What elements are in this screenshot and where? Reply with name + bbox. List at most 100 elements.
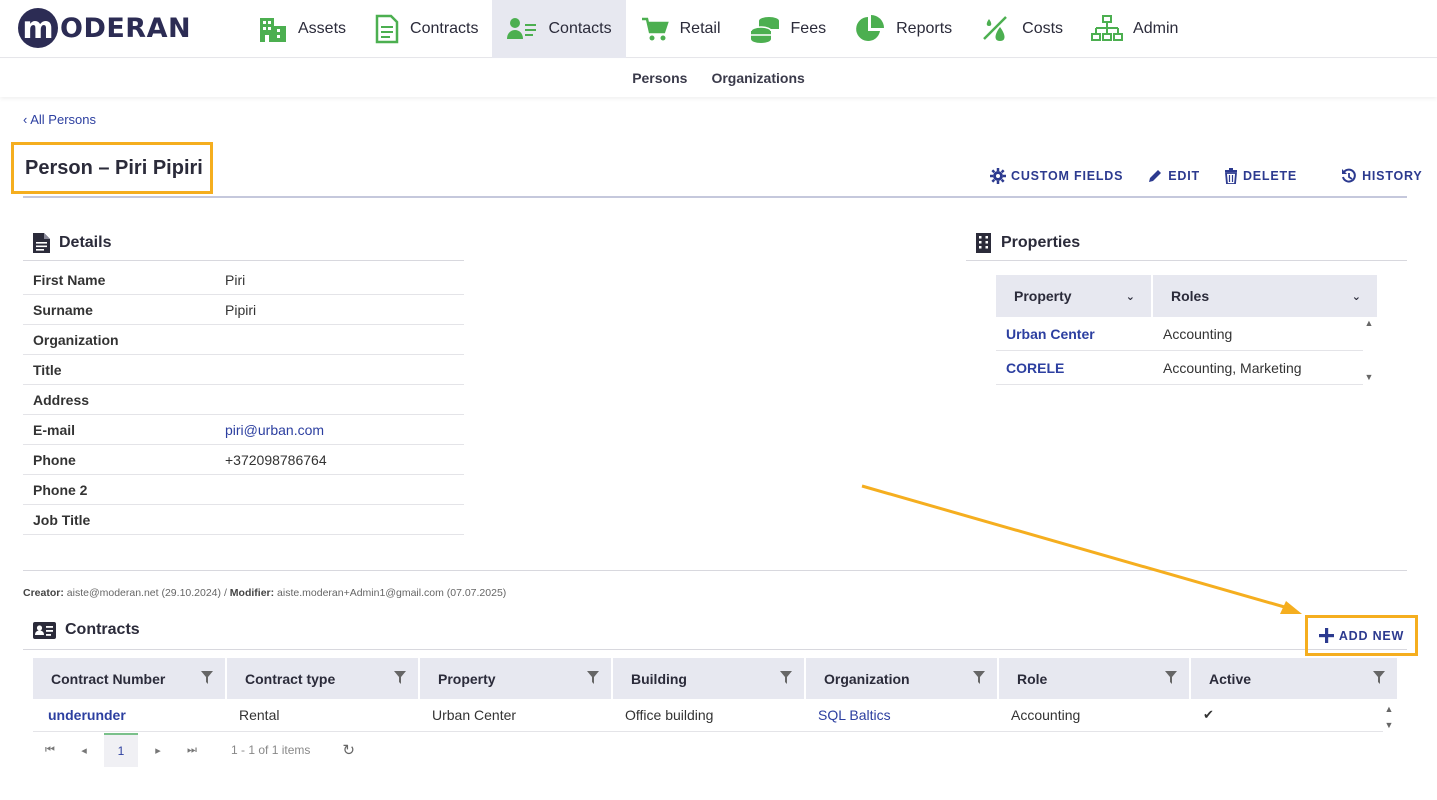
filter-icon[interactable] [1373, 670, 1385, 687]
nav-label: Contracts [410, 20, 479, 37]
back-link[interactable]: ‹ All Persons [23, 112, 96, 127]
title-divider [23, 196, 1407, 198]
contracts-scrollbar[interactable]: ▲ ▼ [1383, 704, 1395, 730]
contact-card-icon [507, 18, 537, 39]
page-number[interactable]: 1 [104, 733, 138, 767]
pie-chart-icon [856, 15, 885, 41]
edit-button[interactable]: EDIT [1147, 168, 1200, 184]
subnav-organizations[interactable]: Organizations [711, 70, 804, 86]
contracts-divider [23, 649, 1407, 650]
detail-value: +372098786764 [225, 451, 327, 468]
detail-label: Title [33, 361, 62, 378]
filter-icon[interactable] [201, 670, 213, 687]
nav-label: Fees [790, 20, 827, 37]
first-page-icon[interactable]: ⏮ [33, 744, 67, 757]
column-header-label: Contract Number [51, 670, 166, 687]
properties-scrollbar[interactable]: ▲ ▼ [1363, 318, 1375, 382]
contracts-heading-label: Contracts [65, 621, 140, 638]
nav-item-fees[interactable]: Fees [735, 0, 841, 58]
email-link[interactable]: piri@urban.com [225, 422, 324, 438]
nav-label: Reports [896, 20, 953, 37]
nav-item-contracts[interactable]: Contracts [360, 0, 492, 58]
detail-row-job-title: Job Title [23, 505, 464, 535]
column-header-contract-type[interactable]: Contract type [227, 658, 418, 699]
column-header-role[interactable]: Role [999, 658, 1189, 699]
nav-item-costs[interactable]: Costs [966, 0, 1077, 58]
nav-label: Costs [1022, 20, 1064, 37]
detail-row-organization: Organization [23, 325, 464, 355]
back-link-label: All Persons [30, 112, 96, 127]
scroll-up-icon: ▲ [1364, 318, 1374, 328]
detail-label: Phone 2 [33, 481, 88, 498]
roles-cell: Accounting, Marketing [1163, 359, 1302, 376]
nav-item-assets[interactable]: Assets [244, 0, 360, 58]
refresh-icon[interactable]: ↻ [342, 741, 355, 759]
roles-cell: Accounting [1163, 325, 1233, 342]
document-icon [33, 233, 50, 253]
edit-label: EDIT [1168, 169, 1200, 183]
details-divider [23, 260, 464, 261]
column-header-label: Property [438, 670, 496, 687]
column-header-label: Contract type [245, 670, 336, 687]
property-link[interactable]: Urban Center [996, 326, 1153, 342]
column-header-contract-number[interactable]: Contract Number [33, 658, 225, 699]
contracts-heading: Contracts [33, 621, 140, 639]
costs-icon [983, 16, 1008, 41]
detail-row-first-name: First Name Piri [23, 265, 464, 295]
properties-table: Property ⌄ Roles ⌄ Urban Center Accounting … [996, 275, 1377, 385]
filter-icon[interactable] [973, 670, 985, 687]
detail-label: Surname [33, 301, 93, 318]
filter-icon[interactable] [587, 670, 599, 687]
nav-item-reports[interactable]: Reports [840, 0, 966, 58]
nav-item-retail[interactable]: Retail [626, 0, 735, 58]
contracts-table-header: Contract Number Contract type Property B… [33, 658, 1397, 699]
column-header-label: Property [1014, 288, 1072, 304]
delete-button[interactable]: DELETE [1224, 168, 1297, 184]
action-toolbar: CUSTOM FIELDS EDIT DELETE HISTORY [990, 168, 1423, 184]
scroll-up-icon: ▲ [1384, 704, 1394, 714]
column-header-label: Roles [1171, 288, 1210, 304]
details-heading-label: Details [59, 234, 112, 251]
properties-divider [966, 260, 1407, 261]
history-label: HISTORY [1362, 169, 1423, 183]
subnav-persons[interactable]: Persons [632, 70, 687, 86]
cart-icon [641, 17, 669, 41]
column-header-property[interactable]: Property [420, 658, 611, 699]
building-cell: Office building [625, 707, 714, 723]
filter-icon[interactable] [394, 670, 406, 687]
add-new-button[interactable]: ADD NEW [1305, 615, 1418, 656]
moderan-logo[interactable]: m ODERAN [18, 7, 191, 49]
nav-item-admin[interactable]: Admin [1077, 0, 1192, 58]
property-link[interactable]: CORELE [996, 360, 1153, 376]
properties-heading-label: Properties [1001, 234, 1081, 251]
top-navigation-bar: m ODERAN Assets Contracts Contacts Retai… [0, 0, 1437, 58]
contract-number-link[interactable]: underunder [33, 707, 225, 723]
detail-label: Address [33, 391, 90, 408]
column-header-roles[interactable]: Roles ⌄ [1153, 275, 1377, 317]
table-row: underunder Rental Urban Center Office bu… [33, 699, 1383, 732]
custom-fields-button[interactable]: CUSTOM FIELDS [990, 168, 1123, 184]
pagination: ⏮ ◂ 1 ▸ ⏭ 1 - 1 of 1 items ↻ [33, 733, 355, 767]
history-icon [1342, 168, 1356, 183]
contact-card-icon [33, 621, 56, 639]
history-button[interactable]: HISTORY [1341, 168, 1422, 184]
column-header-property[interactable]: Property ⌄ [996, 275, 1151, 317]
last-page-icon[interactable]: ⏭ [175, 744, 209, 757]
next-page-icon[interactable]: ▸ [141, 744, 175, 757]
nav-item-contacts[interactable]: Contacts [492, 0, 626, 58]
detail-row-title: Title [23, 355, 464, 385]
column-header-building[interactable]: Building [613, 658, 804, 699]
column-header-active[interactable]: Active [1191, 658, 1397, 699]
organization-link[interactable]: SQL Baltics [806, 707, 997, 723]
logo-mark: m [18, 8, 58, 48]
filter-icon[interactable] [1165, 670, 1177, 687]
contracts-table: Contract Number Contract type Property B… [33, 658, 1397, 732]
page-title: Person – Piri Pipiri [11, 142, 213, 194]
detail-row-address: Address [23, 385, 464, 415]
audit-info: Creator: aiste@moderan.net (29.10.2024) … [23, 587, 506, 599]
active-check-icon: ✔ [1203, 707, 1214, 722]
column-header-organization[interactable]: Organization [806, 658, 997, 699]
filter-icon[interactable] [780, 670, 792, 687]
logo-text: ODERAN [60, 12, 192, 44]
previous-page-icon[interactable]: ◂ [67, 744, 101, 757]
